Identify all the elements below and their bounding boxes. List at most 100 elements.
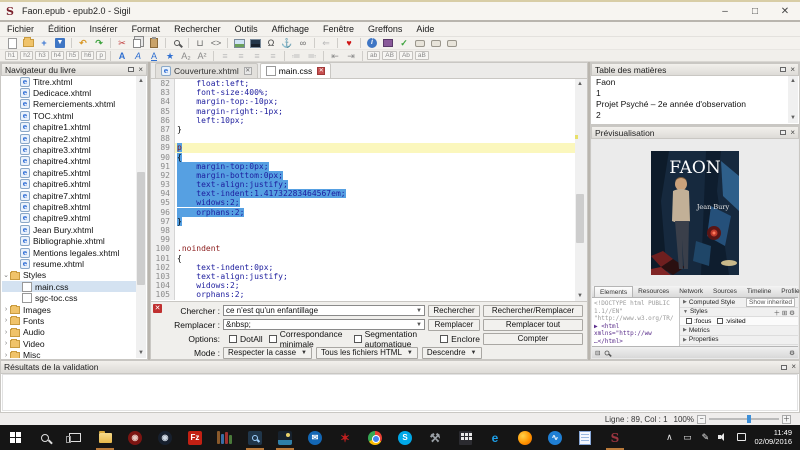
mode-dropdown-descendre[interactable]: Descendre▼ <box>422 347 482 359</box>
dock-side-icon[interactable]: ⊟ <box>595 349 600 357</box>
tree-folder-images[interactable]: ›Images <box>2 304 136 315</box>
code-line-93[interactable]: 93 text-align:justify; <box>151 180 575 189</box>
tree-folder-audio[interactable]: ›Audio <box>2 327 136 338</box>
checkbox-segmentation-automatique[interactable] <box>354 335 362 343</box>
tab-main-css[interactable]: main.css✕ <box>260 63 332 78</box>
calculator-icon[interactable] <box>450 425 480 450</box>
heading-6-button[interactable]: h6 <box>81 51 94 60</box>
heading-4-button[interactable]: h4 <box>51 51 64 60</box>
copy-icon[interactable] <box>130 37 146 49</box>
insert-image-icon[interactable] <box>247 37 263 49</box>
tree-item-chapitre2-xhtml[interactable]: echapitre2.xhtml <box>2 133 136 144</box>
close-icon[interactable]: × <box>791 364 796 370</box>
notepad-icon[interactable] <box>570 425 600 450</box>
numbered-list-icon[interactable]: ≕ <box>304 50 320 62</box>
bullet-list-icon[interactable]: ≔ <box>288 50 304 62</box>
skype-icon[interactable]: S <box>390 425 420 450</box>
code-line-105[interactable]: 105 orphans:2; <box>151 290 575 299</box>
tree-item-toc-xhtml[interactable]: eTOC.xhtml <box>2 110 136 121</box>
heading-3-button[interactable]: h3 <box>35 51 48 60</box>
inspector-tab-sources[interactable]: Sources <box>708 286 742 297</box>
inspector-settings-icon[interactable]: ⚙ <box>789 349 795 357</box>
tree-item-chapitre7-xhtml[interactable]: echapitre7.xhtml <box>2 190 136 201</box>
code-line-89[interactable]: 89p <box>151 143 575 152</box>
tree-item-chapitre6-xhtml[interactable]: echapitre6.xhtml <box>2 179 136 190</box>
plugin3-icon[interactable] <box>444 37 460 49</box>
split-section-icon[interactable]: ⊔ <box>192 37 208 49</box>
sigil-icon[interactable]: S <box>600 425 630 450</box>
menu-fichier[interactable]: Fichier <box>0 24 41 34</box>
tree-item-chapitre9-xhtml[interactable]: echapitre9.xhtml <box>2 213 136 224</box>
code-line-87[interactable]: 87} <box>151 125 575 134</box>
paragraph-button[interactable]: p <box>96 51 106 60</box>
paste-icon[interactable] <box>146 37 162 49</box>
menu-aide[interactable]: Aide <box>409 24 441 34</box>
tree-item-chapitre1-xhtml[interactable]: echapitre1.xhtml <box>2 122 136 133</box>
checkbox-dotall[interactable] <box>229 335 237 343</box>
edge-icon[interactable]: e <box>480 425 510 450</box>
tray-pen-icon[interactable]: ✎ <box>696 432 714 443</box>
plugin2-icon[interactable] <box>428 37 444 49</box>
subscript-icon[interactable]: A₂ <box>178 50 194 62</box>
new-file-icon[interactable] <box>4 37 20 49</box>
tray-display-icon[interactable]: ▭ <box>678 432 696 443</box>
code-line-103[interactable]: 103 text-align:justify; <box>151 272 575 281</box>
inspector-section-metrics[interactable]: ▶Metrics <box>680 326 798 336</box>
chevron-down-icon[interactable]: ▼ <box>416 308 422 314</box>
code-line-100[interactable]: 100.noindent <box>151 244 575 253</box>
tree-item-sgc-toc-css[interactable]: sgc-toc.css <box>2 292 136 303</box>
donate-icon[interactable]: ♥ <box>341 37 357 49</box>
action-center-icon[interactable] <box>732 433 750 443</box>
tray-chevron-icon[interactable]: ∧ <box>660 432 678 443</box>
photo-app-icon[interactable] <box>270 425 300 450</box>
scroll-down-icon[interactable]: ▼ <box>788 113 798 123</box>
undock-icon[interactable] <box>780 67 786 72</box>
inspector-tab-elements[interactable]: Elements <box>594 286 633 297</box>
menu-outils[interactable]: Outils <box>228 24 265 34</box>
tree-item-jean-bury-xhtml[interactable]: eJean Bury.xhtml <box>2 224 136 235</box>
menu-insérer[interactable]: Insérer <box>83 24 125 34</box>
tree-folder-styles[interactable]: ⌄Styles <box>2 270 136 281</box>
checkbox-enclore[interactable] <box>440 335 448 343</box>
toc-icon[interactable] <box>380 37 396 49</box>
close-icon[interactable]: × <box>790 130 795 136</box>
chevron-down-icon[interactable]: ▼ <box>416 322 422 328</box>
editor-scrollbar[interactable]: ▲ ▼ <box>575 79 587 301</box>
code-line-104[interactable]: 104 widows:2; <box>151 281 575 290</box>
search-replace-button[interactable]: Rechercher/Remplacer <box>483 305 583 317</box>
zoom-out-button[interactable]: − <box>697 415 706 424</box>
toc-entry[interactable]: 1 <box>592 87 788 98</box>
find-input[interactable]: ce n'est qu'un enfantillage ▼ <box>223 305 425 316</box>
zoom-slider[interactable] <box>709 418 779 420</box>
file-explorer-icon[interactable] <box>90 425 120 450</box>
gray-app-icon[interactable]: ⚒ <box>420 425 450 450</box>
heading-1-button[interactable]: h1 <box>5 51 18 60</box>
book-browser-scrollbar[interactable]: ▲ ▼ <box>136 76 146 358</box>
add-existing-icon[interactable]: + <box>36 37 52 49</box>
code-line-94[interactable]: 94 text-indent:1.41732283464567em; <box>151 189 575 198</box>
toc-entry[interactable]: Projet Psyché – 2e année d'observation <box>592 98 788 109</box>
align-left-icon[interactable]: ≡ <box>217 50 233 62</box>
undock-icon[interactable] <box>128 67 134 72</box>
search-button[interactable] <box>30 425 60 450</box>
link-icon[interactable]: ∞ <box>295 37 311 49</box>
redo-icon[interactable]: ↷ <box>91 37 107 49</box>
scroll-up-icon[interactable]: ▲ <box>788 76 798 86</box>
show-inherited-toggle[interactable]: Show inherited <box>746 298 795 307</box>
minimize-button[interactable]: – <box>710 2 740 20</box>
code-line-90[interactable]: 90{ <box>151 153 575 162</box>
code-line-82[interactable]: 82 float:left; <box>151 79 575 88</box>
menu-affichage[interactable]: Affichage <box>265 24 316 34</box>
scroll-down-icon[interactable]: ▼ <box>136 348 146 358</box>
replace-all-button[interactable]: Remplacer tout <box>483 319 583 331</box>
tree-item-chapitre8-xhtml[interactable]: echapitre8.xhtml <box>2 201 136 212</box>
inspector-section-properties[interactable]: ▶Properties <box>680 336 798 346</box>
tree-item-chapitre5-xhtml[interactable]: echapitre5.xhtml <box>2 167 136 178</box>
tree-item-remerciements-xhtml[interactable]: eRemerciements.xhtml <box>2 99 136 110</box>
find-icon[interactable] <box>169 37 185 49</box>
tree-item-mentions-legales-xhtml[interactable]: eMentions legales.xhtml <box>2 247 136 258</box>
code-line-98[interactable]: 98 <box>151 226 575 235</box>
menu-fenêtre[interactable]: Fenêtre <box>316 24 361 34</box>
heading-2-button[interactable]: h2 <box>20 51 33 60</box>
code-line-99[interactable]: 99 <box>151 235 575 244</box>
